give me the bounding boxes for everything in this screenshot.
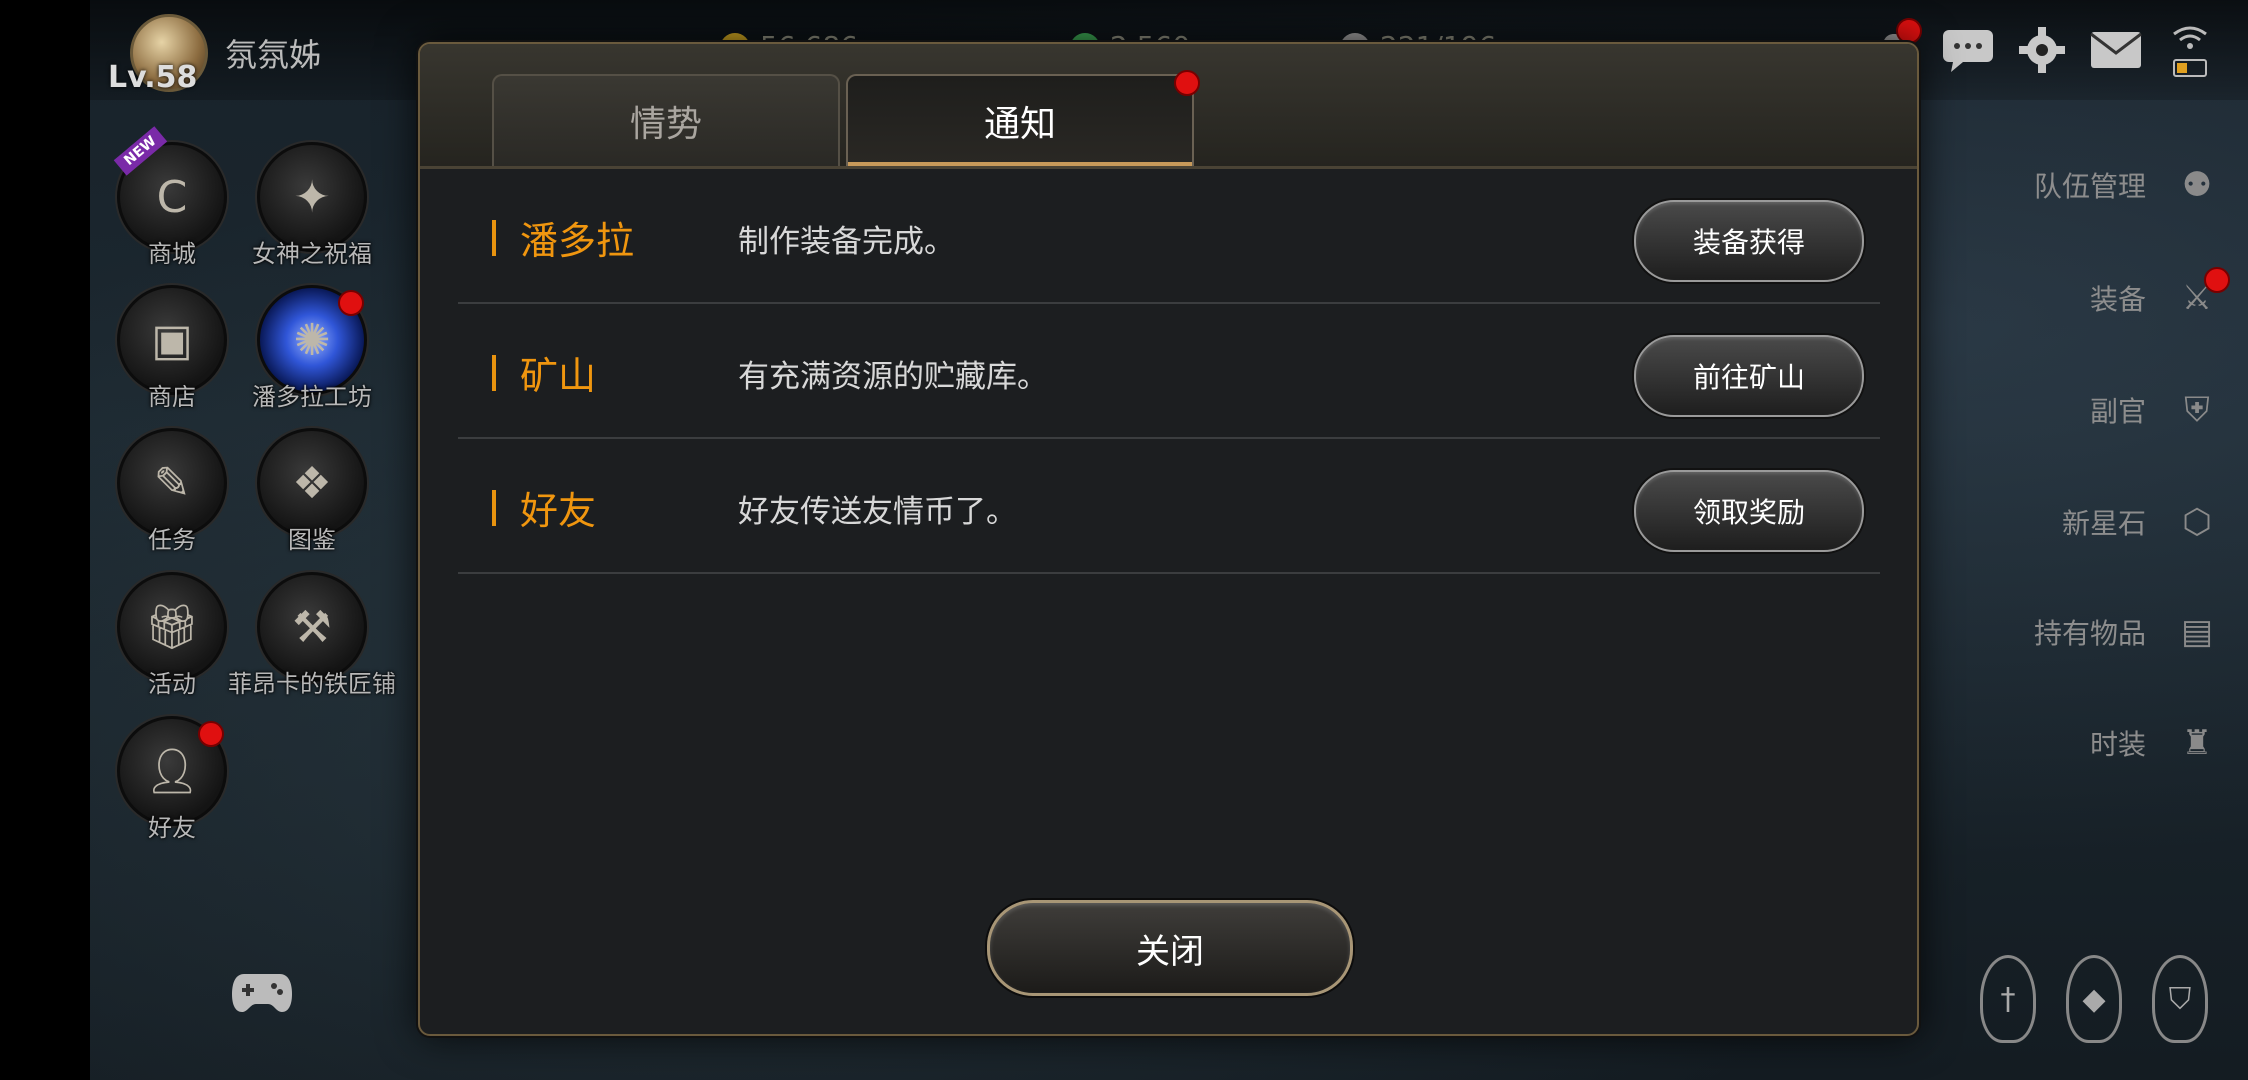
accent-bar — [492, 355, 496, 391]
menu-costume[interactable]: 时装 ♜ — [2090, 714, 2226, 772]
new-badge: NEW — [113, 126, 167, 176]
shield-emblem-icon[interactable]: ◆ — [2066, 955, 2122, 1043]
menu-friends[interactable]: 👤︎ 好友 — [102, 716, 242, 843]
bell-notification-dot — [1896, 18, 1922, 44]
team-icon: ⚉ — [2181, 165, 2213, 205]
corner-icons: † ◆ ⛉ — [1980, 955, 2208, 1043]
notification-row: 潘多拉 制作装备完成。 装备获得 — [458, 168, 1880, 304]
mail-icon[interactable] — [2088, 22, 2144, 78]
menu-adjutant[interactable]: 副官 ⛨ — [2090, 381, 2226, 439]
close-button[interactable]: 关闭 — [987, 900, 1353, 996]
dialog-tab-bar: 情势 通知 — [420, 44, 1917, 169]
menu-codex[interactable]: ❖ 图鉴 — [202, 428, 422, 555]
menu-nova-stone[interactable]: 新星石 ⬡ — [2062, 493, 2226, 551]
nova-stone-icon: ⬡ — [2182, 502, 2212, 542]
notification-row: 好友 好友传送友情币了。 领取奖励 — [458, 438, 1880, 574]
gear-icon[interactable] — [2014, 22, 2070, 78]
crossed-swords-icon: ⚔ — [2168, 267, 2230, 327]
sword-emblem-icon[interactable]: † — [1980, 955, 2036, 1043]
menu-goddess-blessing[interactable]: ✦ 女神之祝福 — [202, 142, 422, 269]
notification-title: 好友 — [520, 489, 597, 533]
notification-title: 矿山 — [520, 354, 597, 398]
tab-notification[interactable]: 通知 — [846, 70, 1200, 166]
notification-dialog: 情势 通知 潘多拉 制作装备完成。 装备获得 矿山 有充满资源的贮藏库。 前往矿… — [418, 42, 1919, 1036]
costume-icon: ♜ — [2181, 723, 2213, 763]
claim-reward-button[interactable]: 领取奖励 — [1634, 470, 1864, 552]
menu-team-management[interactable]: 队伍管理 ⚉ — [2034, 156, 2226, 214]
tab-notification-dot — [1174, 70, 1200, 96]
pandora-notification-dot — [338, 290, 364, 316]
menu-blacksmith[interactable]: ⚒ 菲昂卡的铁匠铺 — [202, 572, 422, 699]
bag-icon: ▤ — [2180, 612, 2214, 652]
friends-notification-dot — [198, 721, 224, 747]
player-name: 氛氛姊 — [225, 36, 322, 74]
helmet-emblem-icon[interactable]: ⛉ — [2152, 955, 2208, 1043]
notification-message: 制作装备完成。 — [738, 224, 955, 260]
equipment-notification-dot — [2204, 267, 2230, 293]
accent-bar — [492, 220, 496, 256]
tab-situation[interactable]: 情势 — [492, 74, 840, 166]
notification-message: 有充满资源的贮藏库。 — [738, 359, 1048, 395]
helmet-icon: ⛨ — [2184, 390, 2210, 430]
gamepad-icon[interactable] — [230, 970, 294, 1014]
notification-message: 好友传送友情币了。 — [738, 494, 1017, 530]
accent-bar — [492, 490, 496, 526]
menu-pandora-workshop[interactable]: ✺ 潘多拉工坊 — [202, 285, 422, 412]
wifi-battery-icon — [2162, 22, 2218, 78]
notification-title: 潘多拉 — [520, 219, 635, 263]
menu-inventory[interactable]: 持有物品 ▤ — [2034, 603, 2226, 661]
go-to-mine-button[interactable]: 前往矿山 — [1634, 335, 1864, 417]
player-level: Lv.58 — [108, 60, 198, 95]
chat-icon[interactable] — [1940, 22, 1996, 78]
notification-row: 矿山 有充满资源的贮藏库。 前往矿山 — [458, 303, 1880, 439]
menu-equipment[interactable]: 装备 ⚔ — [2090, 267, 2230, 327]
obtain-equipment-button[interactable]: 装备获得 — [1634, 200, 1864, 282]
